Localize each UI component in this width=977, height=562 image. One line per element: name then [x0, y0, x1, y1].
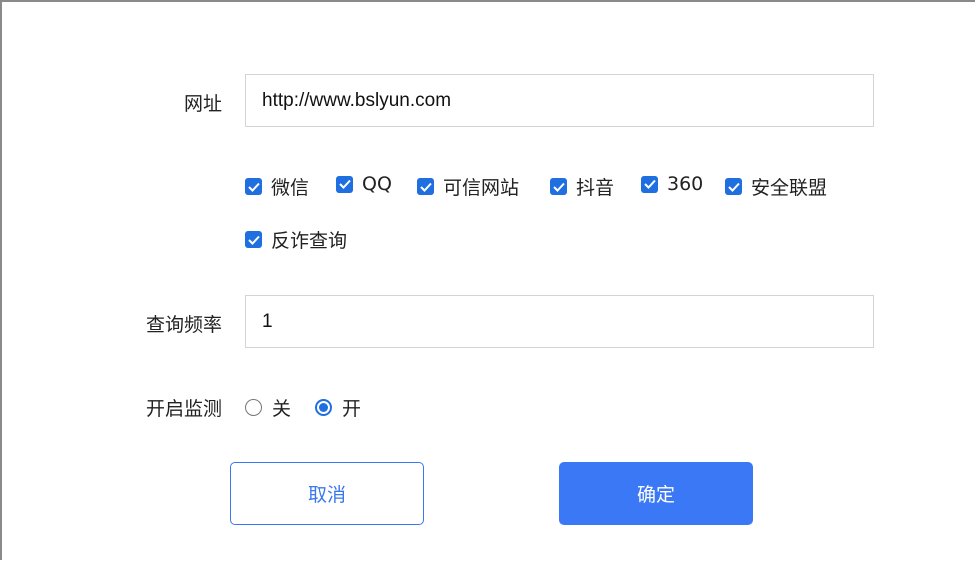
url-label: 网址: [183, 93, 222, 115]
checkbox-label: 微信: [271, 177, 310, 199]
checkbox-label: 安全联盟: [751, 177, 828, 199]
checkbox-label: 可信网站: [443, 177, 520, 199]
radio-label: 开: [342, 398, 362, 420]
radio-selected-icon[interactable]: [315, 399, 332, 416]
checkbox-security-alliance[interactable]: 安全联盟: [725, 173, 827, 200]
checkbox-label: QQ: [362, 173, 392, 195]
frequency-input[interactable]: [245, 295, 874, 348]
checkbox-qq[interactable]: QQ: [336, 173, 392, 195]
checkbox-checked-icon[interactable]: [550, 178, 567, 195]
radio-label: 关: [272, 398, 292, 420]
checkbox-checked-icon[interactable]: [245, 231, 262, 248]
radio-monitor-on[interactable]: 开: [315, 394, 361, 421]
checkbox-trusted-site[interactable]: 可信网站: [417, 173, 519, 200]
checkbox-checked-icon[interactable]: [725, 178, 742, 195]
url-input[interactable]: [245, 74, 874, 127]
checkbox-anti-fraud[interactable]: 反诈查询: [245, 226, 347, 253]
checkbox-360[interactable]: 360: [641, 173, 703, 195]
checkbox-checked-icon[interactable]: [245, 178, 262, 195]
radio-monitor-off[interactable]: 关: [245, 394, 291, 421]
confirm-button[interactable]: 确定: [559, 462, 753, 525]
checkbox-douyin[interactable]: 抖音: [550, 173, 614, 200]
checkbox-checked-icon[interactable]: [417, 178, 434, 195]
radio-unselected-icon[interactable]: [245, 399, 262, 416]
monitor-label: 开启监测: [145, 398, 222, 420]
checkbox-wechat[interactable]: 微信: [245, 173, 309, 200]
frequency-label: 查询频率: [145, 314, 222, 336]
checkbox-checked-icon[interactable]: [641, 175, 658, 193]
cancel-button[interactable]: 取消: [230, 462, 424, 525]
checkbox-label: 反诈查询: [271, 230, 348, 252]
checkbox-checked-icon[interactable]: [336, 175, 353, 193]
checkbox-label: 360: [667, 173, 704, 195]
checkbox-label: 抖音: [576, 177, 615, 199]
